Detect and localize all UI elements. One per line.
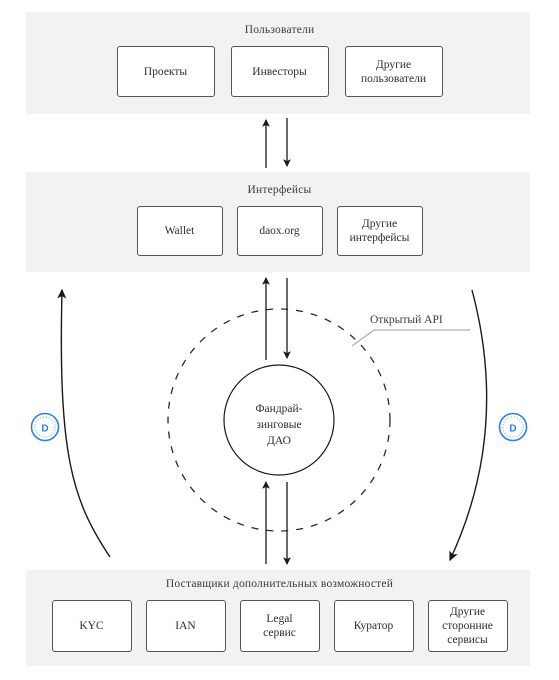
- dao-label-line2: зинговые: [256, 419, 301, 431]
- left-dao-badge[interactable]: D: [29, 411, 61, 443]
- right-badge-inner-ring: [502, 416, 524, 438]
- arrows-dao-providers: [262, 480, 291, 566]
- left-feedback-arc: [57, 288, 111, 558]
- arrows-interfaces-dao: [262, 276, 291, 360]
- node-box-investors[interactable]: Инвесторы: [230, 46, 329, 97]
- node-box-curator[interactable]: Куратор: [333, 600, 414, 652]
- open-api-boundary-circle: [167, 308, 391, 532]
- open-api-label: Открытый API: [370, 314, 443, 326]
- arrows-users-interfaces: [262, 118, 291, 168]
- open-api-annotation: Открытый API: [351, 314, 470, 347]
- band-users-boxes: Проекты Инвесторы Другие пользователи: [0, 46, 559, 97]
- open-api-leader-line: [351, 329, 470, 347]
- left-badge-glyph: D: [41, 424, 48, 435]
- node-box-other-third-party[interactable]: Другие сторонние сервисы: [427, 600, 508, 652]
- band-interfaces-title: Интерфейсы: [247, 184, 312, 196]
- left-badge-ring: [30, 412, 60, 442]
- right-badge-glyph: D: [509, 424, 516, 435]
- node-box-wallet[interactable]: Wallet: [136, 206, 223, 256]
- diagram-canvas: Пользователи Проекты Инвесторы Другие по…: [0, 0, 559, 680]
- node-box-other-interfaces[interactable]: Другие интерфейсы: [336, 206, 423, 256]
- node-box-kyc[interactable]: KYC: [51, 600, 132, 652]
- left-badge-inner-ring: [34, 416, 56, 438]
- dao-label-line1: Фандрай-: [255, 403, 302, 415]
- node-box-legal-service[interactable]: Legal сервис: [239, 600, 320, 652]
- left-arc-path: [57, 288, 111, 558]
- band-interfaces-boxes: Wallet daox.org Другие интерфейсы: [0, 206, 559, 256]
- right-arc-path: [449, 289, 488, 562]
- band-users-title: Пользователи: [244, 24, 315, 36]
- node-box-projects[interactable]: Проекты: [116, 46, 215, 97]
- band-providers-boxes: KYC IAN Legal сервис Куратор Другие стор…: [0, 600, 559, 652]
- dao-label-line3: ДАО: [267, 435, 291, 447]
- node-box-ian[interactable]: IAN: [145, 600, 226, 652]
- node-box-daox-org[interactable]: daox.org: [236, 206, 323, 256]
- right-dao-badge[interactable]: D: [497, 411, 529, 443]
- band-providers-title: Поставщики дополнительных возможностей: [165, 578, 394, 590]
- right-badge-ring: [498, 412, 528, 442]
- node-box-other-users[interactable]: Другие пользователи: [344, 46, 443, 97]
- fundraising-dao-circle[interactable]: [223, 364, 335, 476]
- right-feedback-arc: [449, 289, 488, 562]
